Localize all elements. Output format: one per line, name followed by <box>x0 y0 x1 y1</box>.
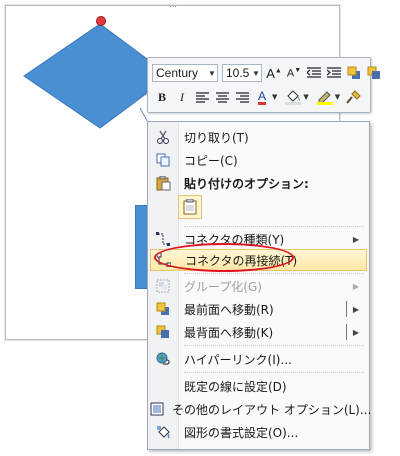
mini-toolbar: Century ▼ 10.5 ▼ A▲ A▼ B I A ▼ ▼ ▼ <box>147 57 380 113</box>
group-icon <box>150 275 176 297</box>
submenu-arrow-icon[interactable]: ▶ <box>353 305 359 314</box>
menu-separator <box>184 372 364 373</box>
menu-separator <box>184 226 364 227</box>
shrink-font-button[interactable]: A▼ <box>284 63 304 83</box>
menu-item-label: 最背面へ移動(K) <box>184 325 274 340</box>
hyperlink-icon <box>150 348 176 370</box>
context-menu: 切り取り(T) コピー(C) 貼り付けのオプション: コネクタの種類(Y) ▶ … <box>147 121 371 450</box>
submenu-arrow-icon: ▶ <box>352 281 359 291</box>
shrink-font-icon: A▼ <box>286 66 302 80</box>
font-color-button[interactable]: A <box>252 87 272 107</box>
grow-font-icon: A▲ <box>266 65 282 81</box>
font-name-value: Century <box>156 66 199 80</box>
font-color-icon: A <box>257 88 266 105</box>
menu-item-label: 図形の書式設定(O)... <box>184 425 299 440</box>
format-painter-icon <box>346 89 361 104</box>
send-backward-icon <box>367 66 380 79</box>
mini-toolbar-row-font: Century ▼ 10.5 ▼ A▲ A▼ <box>152 62 384 84</box>
font-name-combo[interactable]: Century ▼ <box>152 64 218 82</box>
font-size-combo[interactable]: 10.5 ▼ <box>222 64 262 82</box>
align-left-icon <box>195 91 209 103</box>
chevron-down-icon[interactable]: ▼ <box>272 93 277 101</box>
chevron-down-icon: ▼ <box>208 68 216 78</box>
layout-options-icon <box>150 398 164 420</box>
chevron-down-icon: ▼ <box>252 68 260 78</box>
bold-icon: B <box>157 89 166 104</box>
align-right-icon <box>235 91 249 103</box>
align-right-button[interactable] <box>232 87 252 107</box>
menu-item-send-to-back[interactable]: 最背面へ移動(K) ▶ <box>150 321 367 343</box>
menu-item-cut[interactable]: 切り取り(T) <box>150 126 367 148</box>
bring-forward-button[interactable] <box>344 63 364 83</box>
submenu-arrow-icon: ▶ <box>352 234 359 244</box>
menu-item-label: 最前面へ移動(R) <box>184 302 274 317</box>
bold-button[interactable]: B <box>152 87 172 107</box>
bring-forward-icon <box>347 66 360 79</box>
menu-separator <box>184 345 364 346</box>
bring-to-front-icon <box>150 298 176 320</box>
split-divider <box>346 301 347 317</box>
menu-item-label: 切り取り(T) <box>184 130 249 145</box>
menu-item-more-layout-options[interactable]: その他のレイアウト オプション(L)... <box>150 398 371 420</box>
menu-item-label: 貼り付けのオプション: <box>184 176 309 191</box>
format-shape-icon <box>150 421 176 443</box>
reroute-connector-icon <box>151 249 177 271</box>
menu-item-format-shape[interactable]: 図形の書式設定(O)... <box>150 421 367 443</box>
menu-item-bring-to-front[interactable]: 最前面へ移動(R) ▶ <box>150 298 367 320</box>
menu-item-hyperlink[interactable]: ハイパーリンク(I)... <box>150 348 367 370</box>
mini-toolbar-row-format: B I A ▼ ▼ ▼ <box>152 86 364 108</box>
grow-font-button[interactable]: A▲ <box>264 63 284 83</box>
send-to-back-icon <box>150 321 176 343</box>
menu-item-paste-options: 貼り付けのオプション: <box>150 172 367 194</box>
paint-bucket-icon <box>285 89 302 105</box>
menu-item-label: 既定の線に設定(D) <box>184 379 287 394</box>
split-divider <box>346 324 347 340</box>
menu-item-label: ハイパーリンク(I)... <box>184 352 292 367</box>
increase-indent-button[interactable] <box>324 63 344 83</box>
shape-outline-button[interactable] <box>315 87 335 107</box>
increase-indent-icon <box>327 67 341 78</box>
rotation-handle[interactable] <box>96 16 106 26</box>
scissors-icon <box>150 126 176 148</box>
shape-fill-button[interactable] <box>283 87 303 107</box>
align-center-icon <box>215 91 229 103</box>
menu-item-copy[interactable]: コピー(C) <box>150 149 367 171</box>
font-size-value: 10.5 <box>226 66 250 80</box>
menu-item-set-default-line[interactable]: 既定の線に設定(D) <box>150 375 367 397</box>
italic-button[interactable]: I <box>172 87 192 107</box>
align-center-button[interactable] <box>212 87 232 107</box>
menu-item-connector-type[interactable]: コネクタの種類(Y) ▶ <box>150 228 367 250</box>
pen-icon <box>316 90 333 105</box>
decrease-indent-button[interactable] <box>304 63 324 83</box>
menu-item-label: コピー(C) <box>184 153 238 168</box>
send-backward-button[interactable] <box>364 63 384 83</box>
clipboard-icon <box>183 199 197 215</box>
submenu-arrow-icon[interactable]: ▶ <box>353 328 359 337</box>
italic-icon: I <box>180 89 184 104</box>
paste-icon <box>150 172 176 194</box>
menu-item-label: その他のレイアウト オプション(L)... <box>172 402 372 417</box>
chevron-down-icon[interactable]: ▼ <box>335 93 340 101</box>
menu-item-label: コネクタの種類(Y) <box>184 232 285 247</box>
align-left-button[interactable] <box>192 87 212 107</box>
copy-icon <box>150 149 176 171</box>
menu-item-label: グループ化(G) <box>184 279 262 294</box>
paste-keep-formatting-button[interactable] <box>178 195 202 219</box>
menu-item-group[interactable]: グループ化(G) ▶ <box>150 275 367 297</box>
connector-type-icon <box>150 228 176 250</box>
menu-item-label: コネクタの再接続(T) <box>185 253 298 268</box>
format-painter-button[interactable] <box>344 87 364 107</box>
decrease-indent-icon <box>307 67 321 78</box>
chevron-down-icon[interactable]: ▼ <box>303 93 308 101</box>
menu-separator <box>184 273 364 274</box>
menu-item-reroute-connectors[interactable]: コネクタの再接続(T) <box>150 249 367 271</box>
blank-icon <box>150 375 176 397</box>
